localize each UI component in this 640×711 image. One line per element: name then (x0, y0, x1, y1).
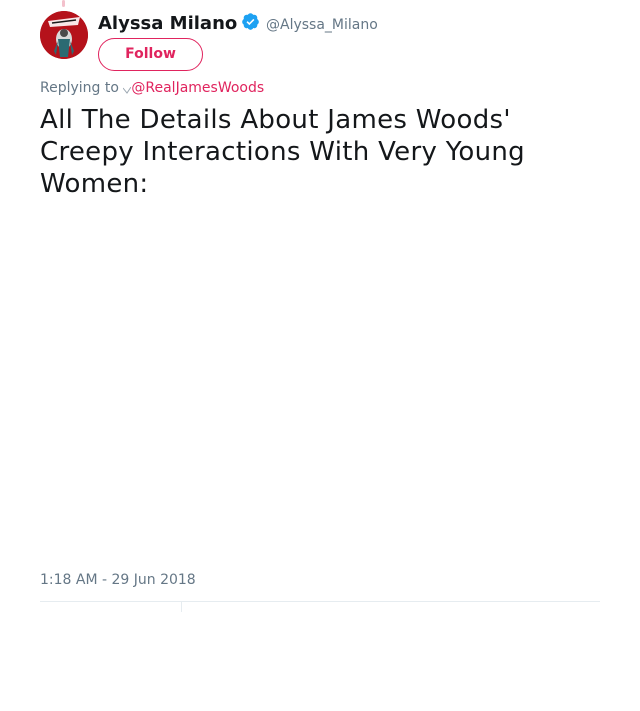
tweet-timestamp[interactable]: 1:18 AM - 29 Jun 2018 (40, 570, 196, 590)
tweet-card: Alyssa Milano @Alyssa_Milano Follow Repl… (0, 0, 640, 711)
avatar-image (40, 11, 88, 59)
verified-badge-icon (242, 13, 259, 30)
avatar[interactable] (40, 11, 88, 59)
broken-glyph-icon (123, 83, 132, 94)
thread-connector-line (62, 0, 65, 7)
replying-to-label: Replying to (40, 80, 119, 96)
replying-to-mention-link[interactable]: @RealJamesWoods (131, 80, 264, 96)
author-handle[interactable]: @Alyssa_Milano (266, 15, 378, 35)
author-name[interactable]: Alyssa Milano (98, 12, 237, 36)
replying-to: Replying to @RealJamesWoods (40, 78, 264, 98)
footer-separator (181, 602, 182, 612)
follow-button[interactable]: Follow (98, 38, 203, 71)
footer-divider (40, 601, 600, 602)
tweet-text: All The Details About James Woods' Creep… (40, 105, 525, 199)
